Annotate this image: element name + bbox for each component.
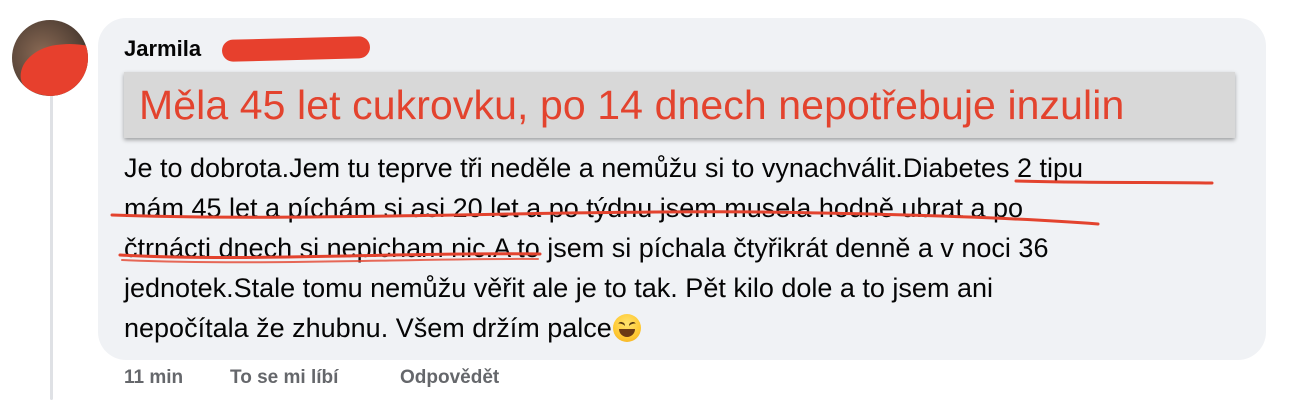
thread-line	[50, 92, 53, 400]
comment-line: Je to dobrota.Jem tu teprve tři neděle a…	[124, 153, 1084, 183]
like-button[interactable]: To se mi líbí	[230, 367, 338, 389]
comment-screenshot: Jarmila Měla 45 let cukrovku, po 14 dnec…	[0, 0, 1304, 400]
redaction-mark-avatar	[16, 37, 88, 96]
comment-line: jednotek.Stale tomu nemůžu věřit ale je …	[124, 273, 993, 303]
redaction-mark-name	[221, 36, 371, 62]
comment-author[interactable]: Jarmila	[124, 36, 201, 62]
grinning-squinting-face-icon	[612, 314, 641, 342]
reply-button[interactable]: Odpovědět	[400, 367, 499, 389]
avatar[interactable]	[12, 20, 88, 96]
headline-banner: Měla 45 let cukrovku, po 14 dnech nepotř…	[124, 72, 1235, 138]
comment-line: mám 45 let a píchám si asi 20 let a po t…	[124, 193, 1024, 223]
comment-line: čtrnácti dnech si nepicham nic.A to jsem…	[124, 233, 1049, 263]
headline-text: Měla 45 let cukrovku, po 14 dnech nepotř…	[139, 82, 1125, 128]
comment-line: nepočítala že zhubnu. Všem držím palce	[124, 308, 641, 348]
comment-line-text: nepočítala že zhubnu. Všem držím palce	[124, 313, 612, 343]
comment-timestamp[interactable]: 11 min	[124, 367, 183, 389]
